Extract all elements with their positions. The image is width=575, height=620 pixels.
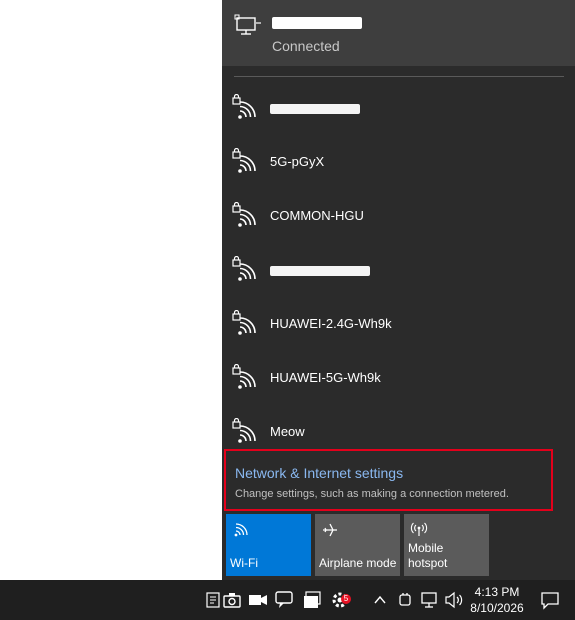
secured-wifi-icon	[232, 418, 256, 443]
divider	[234, 76, 564, 77]
ethernet-monitor-icon	[234, 14, 261, 35]
connected-network-item[interactable]: Connected	[222, 0, 575, 66]
secured-wifi-icon	[232, 202, 256, 227]
wifi-network-item[interactable]: 5G-pGyX	[222, 136, 575, 190]
hotspot-tile-label: Mobile hotspot	[408, 541, 448, 570]
airplane-icon	[323, 523, 337, 537]
wifi-ssid: COMMON-HGU	[270, 208, 364, 223]
secured-wifi-icon	[232, 364, 256, 389]
wifi-ssid: HUAWEI-2.4G-Wh9k	[270, 316, 392, 331]
camera-icon[interactable]	[222, 590, 242, 610]
secured-wifi-icon	[232, 256, 256, 281]
network-settings-link-highlight: Network & Internet settings Change setti…	[224, 449, 553, 511]
chat-icon[interactable]	[274, 590, 294, 610]
airplane-tile-label: Airplane mode	[319, 556, 397, 570]
wifi-network-list: 5G-pGyX COMMON-HGU HUAWEI-2.4G-Wh9k HUAW…	[222, 82, 575, 460]
wifi-ssid: HUAWEI-5G-Wh9k	[270, 370, 381, 385]
wifi-ssid-redacted	[270, 104, 360, 114]
wifi-ssid: 5G-pGyX	[270, 154, 325, 169]
notification-badge: 5	[341, 594, 351, 604]
speaker-volume-icon[interactable]	[444, 590, 464, 610]
wifi-tile-label: Wi-Fi	[230, 556, 258, 570]
airplane-mode-tile[interactable]: Airplane mode	[315, 514, 400, 576]
usb-device-icon[interactable]	[396, 590, 414, 610]
wifi-network-item[interactable]: HUAWEI-2.4G-Wh9k	[222, 298, 575, 352]
pinned-app-icon[interactable]	[206, 592, 220, 608]
hotspot-icon	[410, 522, 428, 536]
wifi-network-item[interactable]: HUAWEI-5G-Wh9k	[222, 352, 575, 406]
secured-wifi-icon	[232, 148, 256, 173]
wifi-ssid-redacted	[270, 266, 370, 276]
desktop-area	[0, 0, 222, 580]
network-internet-settings-link[interactable]: Network & Internet settings	[235, 465, 403, 481]
wifi-network-item[interactable]	[222, 244, 575, 298]
chevron-up-icon[interactable]	[372, 590, 388, 610]
connected-status: Connected	[272, 38, 340, 54]
wifi-network-item[interactable]: COMMON-HGU	[222, 190, 575, 244]
window-icon[interactable]	[302, 590, 322, 610]
network-status-icon[interactable]	[420, 590, 440, 610]
wifi-icon	[234, 523, 248, 537]
video-camera-icon[interactable]	[248, 590, 268, 610]
system-clock[interactable]: 4:13 PM 8/10/2026	[468, 584, 526, 616]
network-flyout: Connected 5G-pGyX COMMON-HGU HUAWEI-2.4G…	[222, 0, 575, 580]
wifi-network-item[interactable]	[222, 82, 575, 136]
quick-action-tiles: Wi-Fi Airplane mode Mobile hotspot	[226, 514, 571, 576]
mobile-hotspot-tile[interactable]: Mobile hotspot	[404, 514, 489, 576]
connected-network-name-redacted	[272, 17, 362, 29]
wifi-toggle-tile[interactable]: Wi-Fi	[226, 514, 311, 576]
action-center-icon[interactable]	[540, 590, 560, 610]
clock-time: 4:13 PM	[474, 585, 520, 599]
secured-wifi-icon	[232, 94, 256, 119]
wifi-ssid: Meow	[270, 424, 305, 439]
clock-date: 8/10/2026	[470, 601, 524, 615]
settings-link-description: Change settings, such as making a connec…	[235, 488, 509, 500]
taskbar: 4:13 PM 8/10/2026	[0, 580, 575, 620]
secured-wifi-icon	[232, 310, 256, 335]
